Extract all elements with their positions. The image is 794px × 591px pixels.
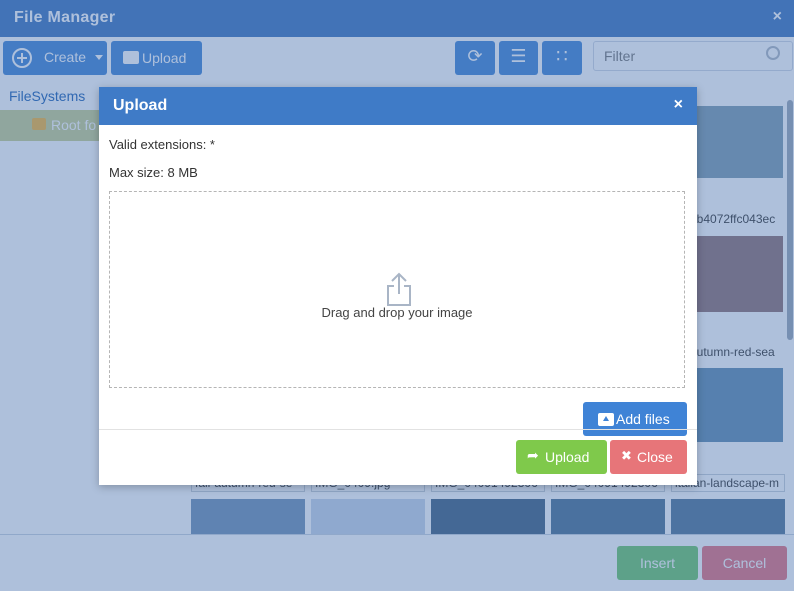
dialog-footer-divider [99,429,697,430]
share-upload-icon [387,272,411,306]
dropzone[interactable]: Drag and drop your image [109,191,685,388]
max-size-text: Max size: 8 MB [109,165,198,180]
x-icon: ✖ [621,449,632,464]
upload-button[interactable]: ➦ Upload [516,440,607,474]
upload-dialog-title: Upload [113,97,168,114]
upload-box-icon [598,413,614,426]
close-button[interactable]: ✖ Close [610,440,687,474]
upload-dialog-header: Upload × [99,87,697,125]
close-icon[interactable]: × [674,96,683,114]
add-files-button[interactable]: Add files [583,402,687,436]
upload-label: Upload [545,449,590,465]
close-label: Close [637,449,673,465]
add-files-label: Add files [616,411,670,427]
upload-dialog: Upload × Valid extensions: * Max size: 8… [99,87,697,485]
dropzone-text: Drag and drop your image [321,305,473,320]
share-arrow-icon: ➦ [527,448,539,464]
valid-extensions-text: Valid extensions: * [109,137,215,152]
